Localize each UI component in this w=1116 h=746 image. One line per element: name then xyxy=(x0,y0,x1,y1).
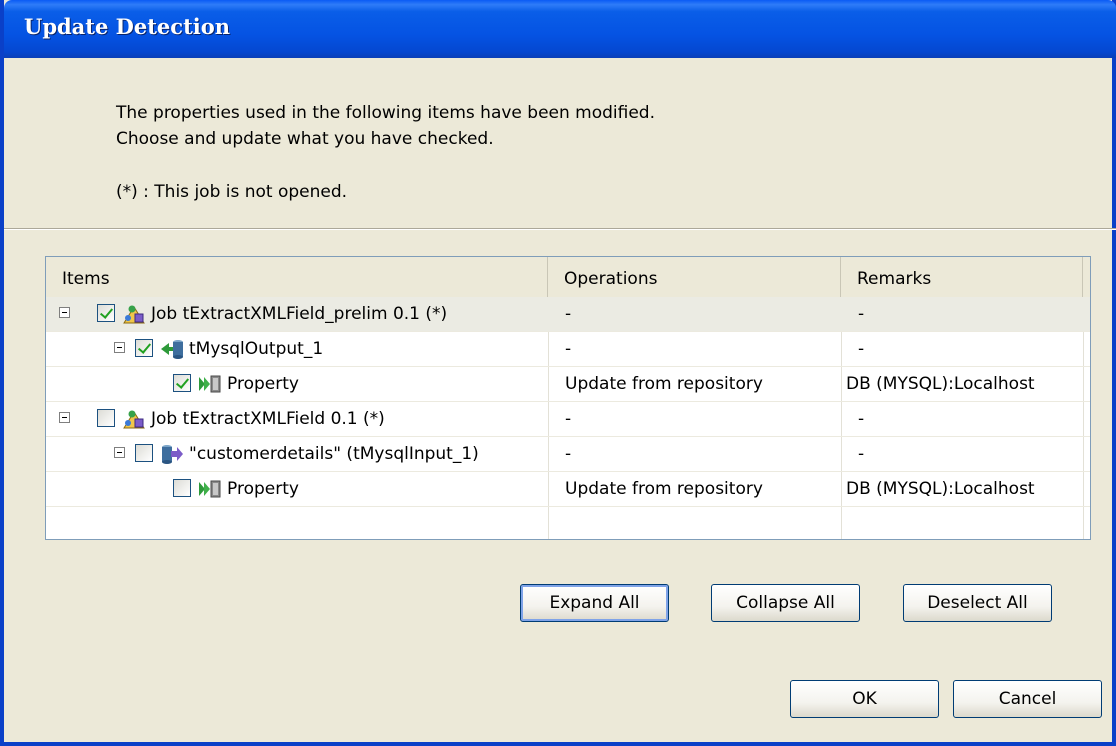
remark-cell: DB (MYSQL):Localhost xyxy=(846,374,1035,394)
collapse-toggle-icon[interactable] xyxy=(59,412,70,423)
column-header-operations[interactable]: Operations xyxy=(548,257,841,297)
collapse-all-button[interactable]: Collapse All xyxy=(711,584,860,622)
deselect-all-button[interactable]: Deselect All xyxy=(903,584,1052,622)
table-row[interactable]: tMysqlOutput_1 - - xyxy=(46,332,1090,366)
ok-button[interactable]: OK xyxy=(790,680,939,718)
remark-cell: DB (MYSQL):Localhost xyxy=(846,479,1035,499)
dialog-title: Update Detection xyxy=(24,14,231,39)
title-bar[interactable]: Update Detection xyxy=(4,0,1116,58)
table-row[interactable]: Job tExtractXMLField_prelim 0.1 (*) - - xyxy=(46,297,1090,331)
mysql-input-icon xyxy=(162,445,183,464)
row-checkbox[interactable] xyxy=(97,304,115,322)
property-icon xyxy=(199,480,221,498)
operation-cell: - xyxy=(565,444,572,464)
operation-cell: Update from repository xyxy=(565,374,763,394)
operation-cell: - xyxy=(565,304,572,324)
operation-cell: - xyxy=(565,339,572,359)
collapse-toggle-icon[interactable] xyxy=(114,447,125,458)
job-icon xyxy=(123,305,145,324)
table-row[interactable]: Property Update from repository DB (MYSQ… xyxy=(46,367,1090,401)
item-label: tMysqlOutput_1 xyxy=(189,339,324,359)
collapse-toggle-icon[interactable] xyxy=(114,342,125,353)
update-items-table: Items Operations Remarks Job tExtractXML… xyxy=(45,256,1091,540)
remark-cell: - xyxy=(858,304,865,324)
remark-cell: - xyxy=(858,409,865,429)
row-divider xyxy=(46,506,1090,507)
item-label: "customerdetails" (tMysqlInput_1) xyxy=(189,444,479,464)
row-checkbox[interactable] xyxy=(135,444,153,462)
remark-cell: - xyxy=(858,339,865,359)
item-label: Property xyxy=(227,374,299,394)
table-row[interactable]: Property Update from repository DB (MYSQ… xyxy=(46,472,1090,506)
not-opened-note: (*) : This job is not opened. xyxy=(116,182,348,202)
mysql-output-icon xyxy=(161,340,183,359)
column-header-items[interactable]: Items xyxy=(46,257,548,297)
table-row[interactable]: "customerdetails" (tMysqlInput_1) - - xyxy=(46,437,1090,471)
item-label: Job tExtractXMLField_prelim 0.1 (*) xyxy=(151,304,448,324)
operation-cell: - xyxy=(565,409,572,429)
message-line-1: The properties used in the following ite… xyxy=(116,103,656,123)
remark-cell: - xyxy=(858,444,865,464)
row-checkbox[interactable] xyxy=(173,479,191,497)
property-icon xyxy=(199,375,221,393)
separator xyxy=(4,228,1116,230)
item-label: Property xyxy=(227,479,299,499)
collapse-toggle-icon[interactable] xyxy=(59,307,70,318)
row-checkbox[interactable] xyxy=(97,409,115,427)
update-detection-dialog: Update Detection The properties used in … xyxy=(0,0,1116,746)
message-line-2: Choose and update what you have checked. xyxy=(116,129,494,149)
table-row[interactable]: Job tExtractXMLField 0.1 (*) - - xyxy=(46,402,1090,436)
column-header-remarks[interactable]: Remarks xyxy=(841,257,1083,297)
job-icon xyxy=(123,410,145,429)
operation-cell: Update from repository xyxy=(565,479,763,499)
dialog-message: The properties used in the following ite… xyxy=(116,100,655,152)
expand-all-button[interactable]: Expand All xyxy=(520,584,669,622)
item-label: Job tExtractXMLField 0.1 (*) xyxy=(151,409,385,429)
row-checkbox[interactable] xyxy=(135,339,153,357)
cancel-button[interactable]: Cancel xyxy=(953,680,1102,718)
table-header: Items Operations Remarks xyxy=(46,257,1090,298)
row-checkbox[interactable] xyxy=(173,374,191,392)
